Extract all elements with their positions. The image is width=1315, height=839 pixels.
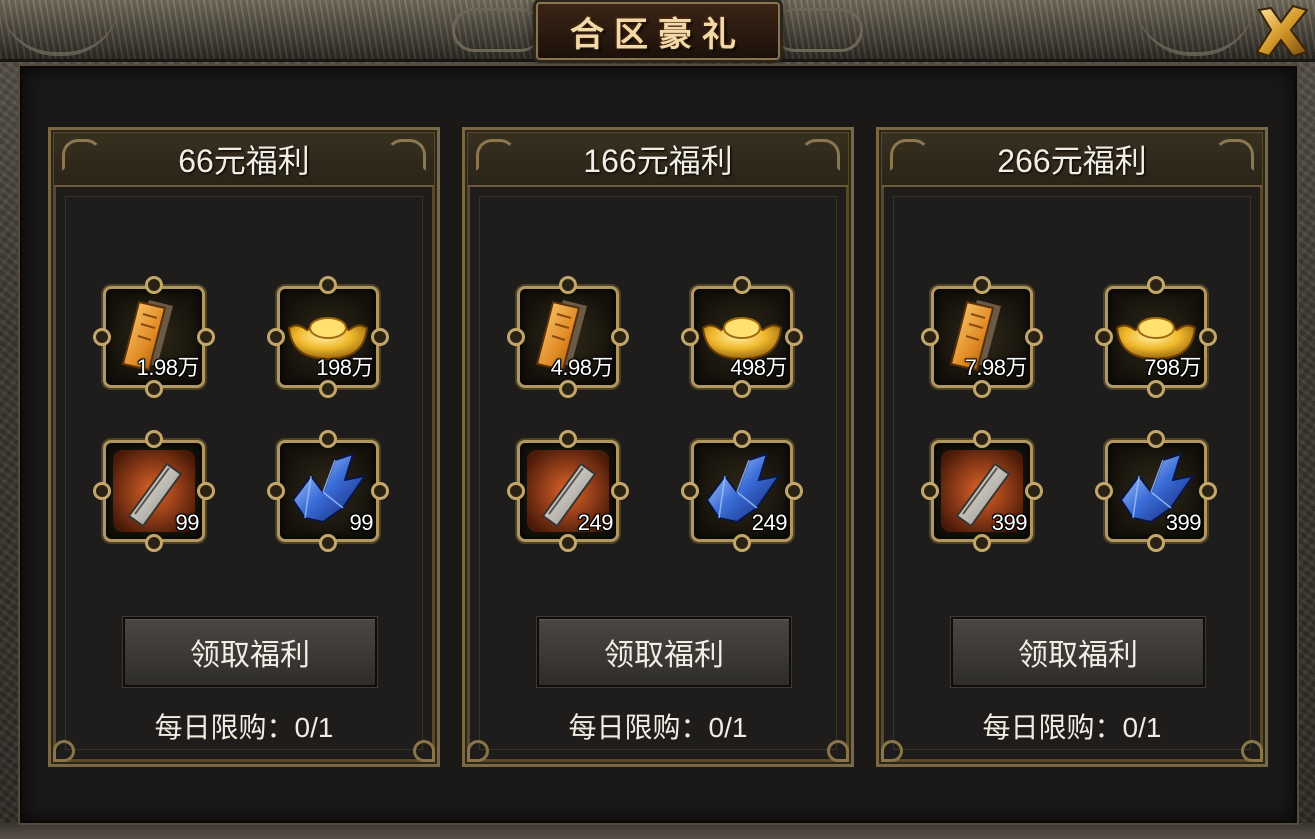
slot-ornament xyxy=(1199,482,1217,500)
slot-ornament xyxy=(785,482,803,500)
slot-ornament xyxy=(1025,328,1043,346)
item-count: 99 xyxy=(175,510,200,535)
claim-reward-button[interactable]: 领取福利 xyxy=(123,617,377,687)
close-button[interactable] xyxy=(1249,0,1313,62)
item-count: 399 xyxy=(1165,510,1202,535)
package-card: 166元福利 4.98万 498万 249 249 领取福利 每日限购：0/1 xyxy=(462,127,854,767)
package-header: 266元福利 xyxy=(882,133,1262,187)
slot-ornament xyxy=(197,328,215,346)
package-card: 266元福利 7.98万 798万 399 399 领取福利 每日限购：0/1 xyxy=(876,127,1268,767)
slot-ornament xyxy=(1199,328,1217,346)
item-count: 4.98万 xyxy=(550,355,614,380)
header-ornament-right xyxy=(386,139,426,171)
title-ornament-left xyxy=(452,8,542,52)
slot-ornament xyxy=(611,482,629,500)
slot-ornament xyxy=(145,380,163,398)
item-count: 249 xyxy=(577,510,614,535)
item-count: 399 xyxy=(991,510,1028,535)
reward-item-stone[interactable]: 249 xyxy=(507,430,629,552)
reward-item-ingot[interactable]: 198万 xyxy=(267,276,389,398)
slot-ornament xyxy=(611,328,629,346)
package-card: 66元福利 1.98万 198万 99 99 领取福利 每日限购：0/1 xyxy=(48,127,440,767)
reward-item-ticket[interactable]: 4.98万 xyxy=(507,276,629,398)
header-ornament-right xyxy=(1214,139,1254,171)
package-header: 66元福利 xyxy=(54,133,434,187)
item-count: 498万 xyxy=(730,355,787,380)
slot-ornament xyxy=(1147,534,1165,552)
header-ornament-left xyxy=(476,139,516,171)
slot-ornament xyxy=(371,328,389,346)
claim-reward-button[interactable]: 领取福利 xyxy=(537,617,791,687)
package-title: 166元福利 xyxy=(583,143,733,179)
slot-ornament xyxy=(145,534,163,552)
window-bottom-bar xyxy=(0,823,1315,839)
package-title: 266元福利 xyxy=(997,143,1147,179)
reward-item-crystal[interactable]: 249 xyxy=(681,430,803,552)
slot-ornament xyxy=(973,534,991,552)
slot-ornament xyxy=(371,482,389,500)
slot-ornament xyxy=(559,534,577,552)
slot-ornament xyxy=(1147,380,1165,398)
header-ornament-right xyxy=(800,139,840,171)
slot-ornament xyxy=(197,482,215,500)
item-count: 99 xyxy=(349,510,374,535)
slot-ornament xyxy=(785,328,803,346)
item-count: 198万 xyxy=(316,355,373,380)
item-count: 798万 xyxy=(1144,355,1201,380)
reward-item-ticket[interactable]: 7.98万 xyxy=(921,276,1043,398)
slot-ornament xyxy=(559,380,577,398)
item-count: 1.98万 xyxy=(136,355,200,380)
slot-ornament xyxy=(319,534,337,552)
slot-ornament xyxy=(319,380,337,398)
slot-ornament xyxy=(733,534,751,552)
claim-reward-button[interactable]: 领取福利 xyxy=(951,617,1205,687)
header-ornament-left xyxy=(62,139,102,171)
window-title: 合区豪礼 xyxy=(570,14,746,55)
close-x-icon xyxy=(1255,4,1309,58)
slot-ornament xyxy=(733,380,751,398)
header-ornament-left xyxy=(890,139,930,171)
reward-item-crystal[interactable]: 399 xyxy=(1095,430,1217,552)
reward-item-crystal[interactable]: 99 xyxy=(267,430,389,552)
title-ornament-right xyxy=(773,8,863,52)
daily-limit-text: 每日限购：0/1 xyxy=(154,712,334,743)
slot-ornament xyxy=(1025,482,1043,500)
item-count: 7.98万 xyxy=(964,355,1028,380)
reward-item-stone[interactable]: 99 xyxy=(93,430,215,552)
reward-item-ticket[interactable]: 1.98万 xyxy=(93,276,215,398)
daily-limit-text: 每日限购：0/1 xyxy=(982,712,1162,743)
item-count: 249 xyxy=(751,510,788,535)
reward-item-stone[interactable]: 399 xyxy=(921,430,1043,552)
reward-item-ingot[interactable]: 498万 xyxy=(681,276,803,398)
slot-ornament xyxy=(973,380,991,398)
title-plate: 合区豪礼 xyxy=(536,2,780,60)
package-header: 166元福利 xyxy=(468,133,848,187)
package-title: 66元福利 xyxy=(178,143,310,179)
daily-limit-text: 每日限购：0/1 xyxy=(568,712,748,743)
reward-item-ingot[interactable]: 798万 xyxy=(1095,276,1217,398)
